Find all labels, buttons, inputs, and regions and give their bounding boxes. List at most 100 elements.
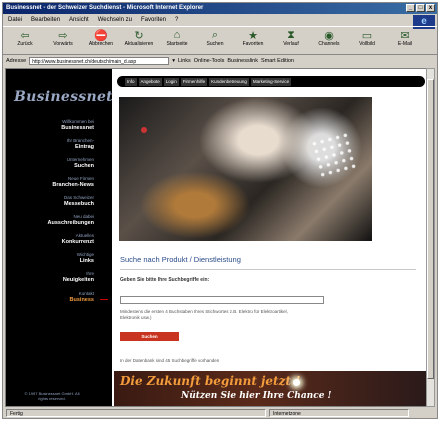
menu-datei[interactable]: Datei <box>8 15 22 25</box>
sidebar-item-links[interactable]: Wichtige Links <box>8 252 94 265</box>
sidebar-item-ausschreibungen[interactable]: Neu dabei Ausschreibungen <box>8 214 94 227</box>
address-go-icon[interactable]: ▾ <box>172 56 175 66</box>
sidebar: Businessnet Willkommen bei Businessnet Ihr… <box>6 69 113 406</box>
address-input[interactable]: http://www.businessnet.ch/deutsch/main_d… <box>29 57 170 65</box>
sidebar-item-label: Links <box>79 258 94 264</box>
tab-login[interactable]: Login <box>163 77 179 86</box>
toolbar-button-refresh[interactable]: ↻ Aktualisieren <box>120 27 158 48</box>
menu-bearbeiten[interactable]: Bearbeiten <box>31 15 60 25</box>
status-text: Fertig <box>6 409 266 417</box>
sidebar-item-label: Businessnet <box>61 125 94 131</box>
address-bar: Adresse http://www.businessnet.ch/deutsc… <box>3 56 437 66</box>
toolbar-button-history[interactable]: ⧗ Verlauf <box>272 27 310 48</box>
banner-sparkle-icon <box>293 379 300 386</box>
home-icon: ⌂ <box>173 29 181 41</box>
search-hint: Mindestens die ersten 4 Buchstaben Ihres… <box>120 309 288 320</box>
tab-kundenbetreuung[interactable]: Kundenbetreuung <box>209 77 249 86</box>
promo-banner[interactable]: Die Zukunft beginnt jetzt ! Nützen Sie h… <box>114 371 426 406</box>
toolbar-button-mail[interactable]: ✉ E-Mail <box>386 27 424 48</box>
search-prompt: Geben Sie bitte Ihre Suchbegriffe ein: <box>120 277 210 283</box>
banner-headline: Die Zukunft beginnt jetzt ! <box>120 374 301 388</box>
sidebar-item-label: Messebuch <box>64 201 94 207</box>
toolbar-label: Favoriten <box>242 41 264 47</box>
site-logo[interactable]: Businessnet <box>14 89 113 105</box>
stop-icon: ⛔ <box>94 29 108 42</box>
sidebar-item-messebuch[interactable]: Das Schweizer Messebuch <box>8 195 94 208</box>
sidebar-item-label: Branchen-News <box>52 182 94 188</box>
toolbar-label: Suchen <box>206 41 224 47</box>
sidebar-item-branchen-news[interactable]: Neue Firmen Branchen-News <box>8 176 94 189</box>
vertical-scrollbar[interactable] <box>426 68 435 407</box>
toolbar-button-search[interactable]: ⌕ Suchen <box>196 27 234 48</box>
menu-favoriten[interactable]: Favoriten <box>141 15 166 25</box>
toolbar-button-home[interactable]: ⌂ Startseite <box>158 27 196 47</box>
database-status: In der Datenbank sind 45 Suchbegriffe vo… <box>120 358 220 363</box>
search-button[interactable]: Suchen <box>120 332 179 341</box>
menu-help[interactable]: ? <box>175 15 178 25</box>
history-icon: ⧗ <box>287 28 295 41</box>
divider <box>120 269 416 270</box>
fullscreen-icon: ▭ <box>361 29 373 42</box>
toolbar-button-fullscreen[interactable]: ▭ Vollbild <box>348 27 386 48</box>
sidebar-item-label: Neuigkeiten <box>62 277 94 283</box>
toolbar-label: Startseite <box>166 41 188 47</box>
search-title: Suche nach Produkt / Dienstleistung <box>120 255 241 264</box>
back-arrow-icon: ⇦ <box>20 29 30 42</box>
sidebar-item-label: Konkurrenzt <box>61 239 94 245</box>
sidebar-item-label: Eintrag <box>75 144 94 150</box>
toolbar: ⇦ Zurück ⇨ Vorwärts ⛔ Abbrechen ↻ Aktualisieren… <box>3 26 437 55</box>
sidebar-item-business[interactable]: Kontakt Business <box>8 291 108 304</box>
hero-red-accent <box>141 127 147 133</box>
toolbar-label: Vollbild <box>359 41 375 47</box>
toolbar-label: Verlauf <box>283 41 299 47</box>
tab-info[interactable]: Info <box>125 77 137 86</box>
sidebar-item-label: Suchen <box>74 163 94 169</box>
scrollbar-thumb[interactable] <box>427 79 434 379</box>
toolbar-button-favorites[interactable]: ★ Favoriten <box>234 27 272 48</box>
link-businesslink[interactable]: Businesslink <box>227 56 258 66</box>
toolbar-button-forward-arrow[interactable]: ⇨ Vorwärts <box>44 27 82 48</box>
link-online-tools[interactable]: Online-Tools <box>194 56 225 66</box>
mail-icon: ✉ <box>400 29 410 42</box>
minimize-button[interactable]: _ <box>406 4 415 12</box>
search-icon: ⌕ <box>211 28 219 41</box>
window-title-bar: Businessnet - der Schweizer Suchdienst -… <box>3 3 437 14</box>
address-label: Adresse <box>6 58 27 64</box>
tab-angebote[interactable]: Angebote <box>138 77 162 86</box>
channels-icon: ◉ <box>324 29 334 42</box>
link-smart-edition[interactable]: Smart Edition <box>261 56 294 66</box>
toolbar-label: Channels <box>318 41 340 47</box>
copyright-text: © 1997 Businessnet GmbH. All rights rese… <box>24 391 80 401</box>
sidebar-item-konkurrenzt[interactable]: Aktuelles Konkurrenzt <box>8 233 94 246</box>
toolbar-button-back-arrow[interactable]: ⇦ Zurück <box>6 27 44 48</box>
banner-subline: Nützen Sie hier Ihre Chance ! <box>181 391 332 401</box>
tab-firmenhilfe[interactable]: Firmenhilfe <box>180 77 208 86</box>
menu-wechseln[interactable]: Wechseln zu <box>98 15 132 25</box>
browser-window: Businessnet - der Schweizer Suchdienst -… <box>2 2 438 419</box>
sidebar-item-eintrag[interactable]: Ihr Branchen- Eintrag <box>8 138 94 151</box>
status-bar: Fertig Internetzone <box>3 409 437 418</box>
search-input[interactable] <box>120 296 324 304</box>
maximize-button[interactable]: □ <box>416 4 425 12</box>
top-nav-tabs: Info Angebote Login Firmenhilfe Kundenbe… <box>117 76 425 87</box>
hero-collage-image <box>119 97 372 241</box>
page-viewport: Businessnet Willkommen bei Businessnet Ihr… <box>5 68 427 407</box>
toolbar-label: E-Mail <box>397 41 413 47</box>
menu-ansicht[interactable]: Ansicht <box>69 15 89 25</box>
forward-arrow-icon: ⇨ <box>58 29 68 42</box>
security-zone: Internetzone <box>269 409 409 417</box>
tab-marketing-service[interactable]: Marketing-Service <box>250 77 292 86</box>
window-title: Businessnet - der Schweizer Suchdienst -… <box>6 5 204 11</box>
sidebar-item-businessnet[interactable]: Willkommen bei Businessnet <box>8 119 94 132</box>
sidebar-item-neuigkeiten[interactable]: Ihre Neuigkeiten <box>8 271 94 284</box>
hero-dice-graphic <box>309 130 359 180</box>
toolbar-label: Aktualisieren <box>124 41 154 47</box>
sidebar-item-suchen[interactable]: Unternehmen Suchen <box>8 157 94 170</box>
favorites-icon: ★ <box>248 29 258 42</box>
toolbar-button-stop[interactable]: ⛔ Abbrechen <box>82 27 120 48</box>
toolbar-label: Zurück <box>17 41 33 47</box>
refresh-icon: ↻ <box>134 29 144 42</box>
toolbar-button-channels[interactable]: ◉ Channels <box>310 27 348 48</box>
close-button[interactable]: x <box>426 4 435 12</box>
toolbar-label: Vorwärts <box>53 41 73 47</box>
